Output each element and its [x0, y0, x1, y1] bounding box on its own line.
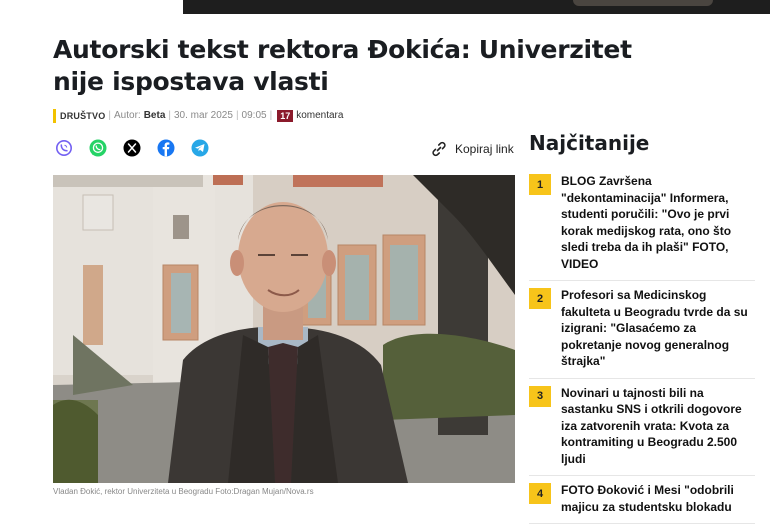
category-accent-bar — [53, 108, 56, 123]
article-meta: DRUŠTVO | Autor: Beta | 30. mar 2025 | 0… — [53, 108, 343, 123]
share-bar — [55, 139, 225, 157]
copy-link-button[interactable]: Kopiraj link — [430, 140, 514, 158]
rank-badge: 3 — [529, 385, 551, 407]
author-link[interactable]: Beta — [144, 110, 166, 121]
top-banner-image[interactable] — [183, 0, 770, 14]
most-read-item[interactable]: 4 FOTO Đoković i Mesi "odobrili majicu z… — [529, 476, 755, 524]
most-read-headline[interactable]: BLOG Završena "dekontaminacija" Informer… — [561, 173, 755, 272]
article-title: Autorski tekst rektora Đokića: Univerzit… — [53, 35, 632, 96]
telegram-icon[interactable] — [191, 139, 209, 157]
most-read-item[interactable]: 1 BLOG Završena "dekontaminacija" Inform… — [529, 167, 755, 281]
publish-time: 09:05 — [241, 110, 267, 121]
x-icon[interactable] — [123, 139, 141, 157]
category-link[interactable]: DRUŠTVO — [60, 111, 105, 121]
most-read-item[interactable]: 2 Profesori sa Medicinskog fakulteta u B… — [529, 281, 755, 379]
rank-badge: 2 — [529, 288, 551, 309]
rank-badge: 4 — [529, 483, 551, 504]
most-read-item[interactable]: 3 Novinari u tajnosti bili na sastanku S… — [529, 379, 755, 476]
article-main-photo[interactable] — [53, 175, 515, 483]
comments-link[interactable]: komentara — [296, 110, 343, 121]
author-prefix: Autor: — [114, 110, 141, 121]
rank-badge: 1 — [529, 174, 551, 195]
most-read-list: 1 BLOG Završena "dekontaminacija" Inform… — [529, 167, 755, 524]
most-read-headline[interactable]: Novinari u tajnosti bili na sastanku SNS… — [561, 385, 755, 468]
copy-link-label: Kopiraj link — [455, 142, 514, 156]
most-read-title: Najčitanije — [529, 131, 650, 155]
facebook-icon[interactable] — [157, 139, 175, 157]
most-read-headline[interactable]: FOTO Đoković i Mesi "odobrili majicu za … — [561, 482, 755, 515]
publish-date: 30. mar 2025 — [174, 110, 233, 121]
link-icon — [430, 140, 448, 158]
most-read-headline[interactable]: Profesori sa Medicinskog fakulteta u Beo… — [561, 287, 755, 370]
whatsapp-icon[interactable] — [89, 139, 107, 157]
viber-icon[interactable] — [55, 139, 73, 157]
comments-count-badge[interactable]: 17 — [277, 109, 294, 122]
